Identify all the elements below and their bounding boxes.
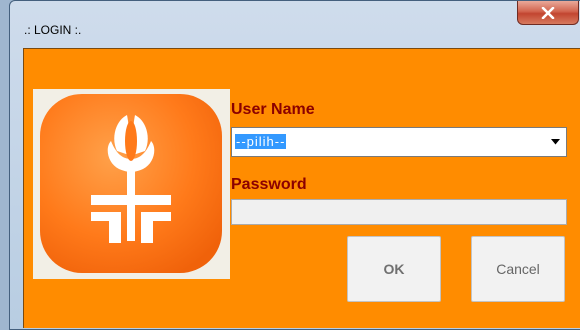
username-select[interactable]: --pilih-- xyxy=(231,127,567,157)
username-selected-value: --pilih-- xyxy=(235,134,287,149)
tulip-logo xyxy=(40,94,222,273)
close-icon xyxy=(541,6,555,19)
logo-panel xyxy=(33,89,230,279)
password-label: Password xyxy=(231,176,307,193)
username-label: User Name xyxy=(231,101,315,118)
close-button[interactable] xyxy=(517,1,579,25)
login-form: User Name --pilih-- Password OK Cancel xyxy=(23,48,580,328)
title-bar[interactable]: .: LOGIN :. xyxy=(10,1,580,49)
ok-button[interactable]: OK xyxy=(347,236,441,302)
window-title: .: LOGIN :. xyxy=(24,23,82,37)
login-window: .: LOGIN :. User Name --pilih-- Password… xyxy=(9,0,580,330)
password-field[interactable] xyxy=(231,199,567,225)
chevron-down-icon[interactable] xyxy=(551,139,560,145)
cancel-button[interactable]: Cancel xyxy=(471,236,565,302)
